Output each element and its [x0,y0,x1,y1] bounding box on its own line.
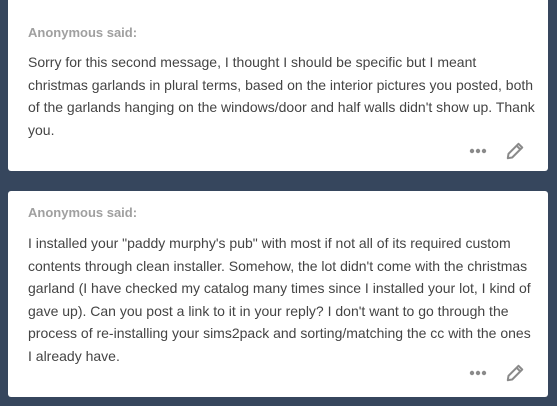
ask-message: Sorry for this second message, I thought… [28,54,535,138]
edit-button[interactable] [504,361,526,385]
asker-label: Anonymous said: [28,25,138,40]
edit-icon [506,364,524,382]
edit-button[interactable] [504,139,526,163]
ask-message: I installed your "paddy murphy's pub" wi… [28,235,531,364]
more-options-button[interactable] [468,361,488,385]
edit-icon [506,142,524,160]
more-options-button[interactable] [468,139,488,163]
more-icon [469,370,487,376]
post-actions [468,361,526,385]
ask-card: Anonymous said: I installed your "paddy … [8,191,548,397]
more-icon [469,148,487,154]
ask-card: Anonymous said: Sorry for this second me… [8,0,548,171]
post-actions [468,139,526,163]
asker-label: Anonymous said: [28,205,138,220]
